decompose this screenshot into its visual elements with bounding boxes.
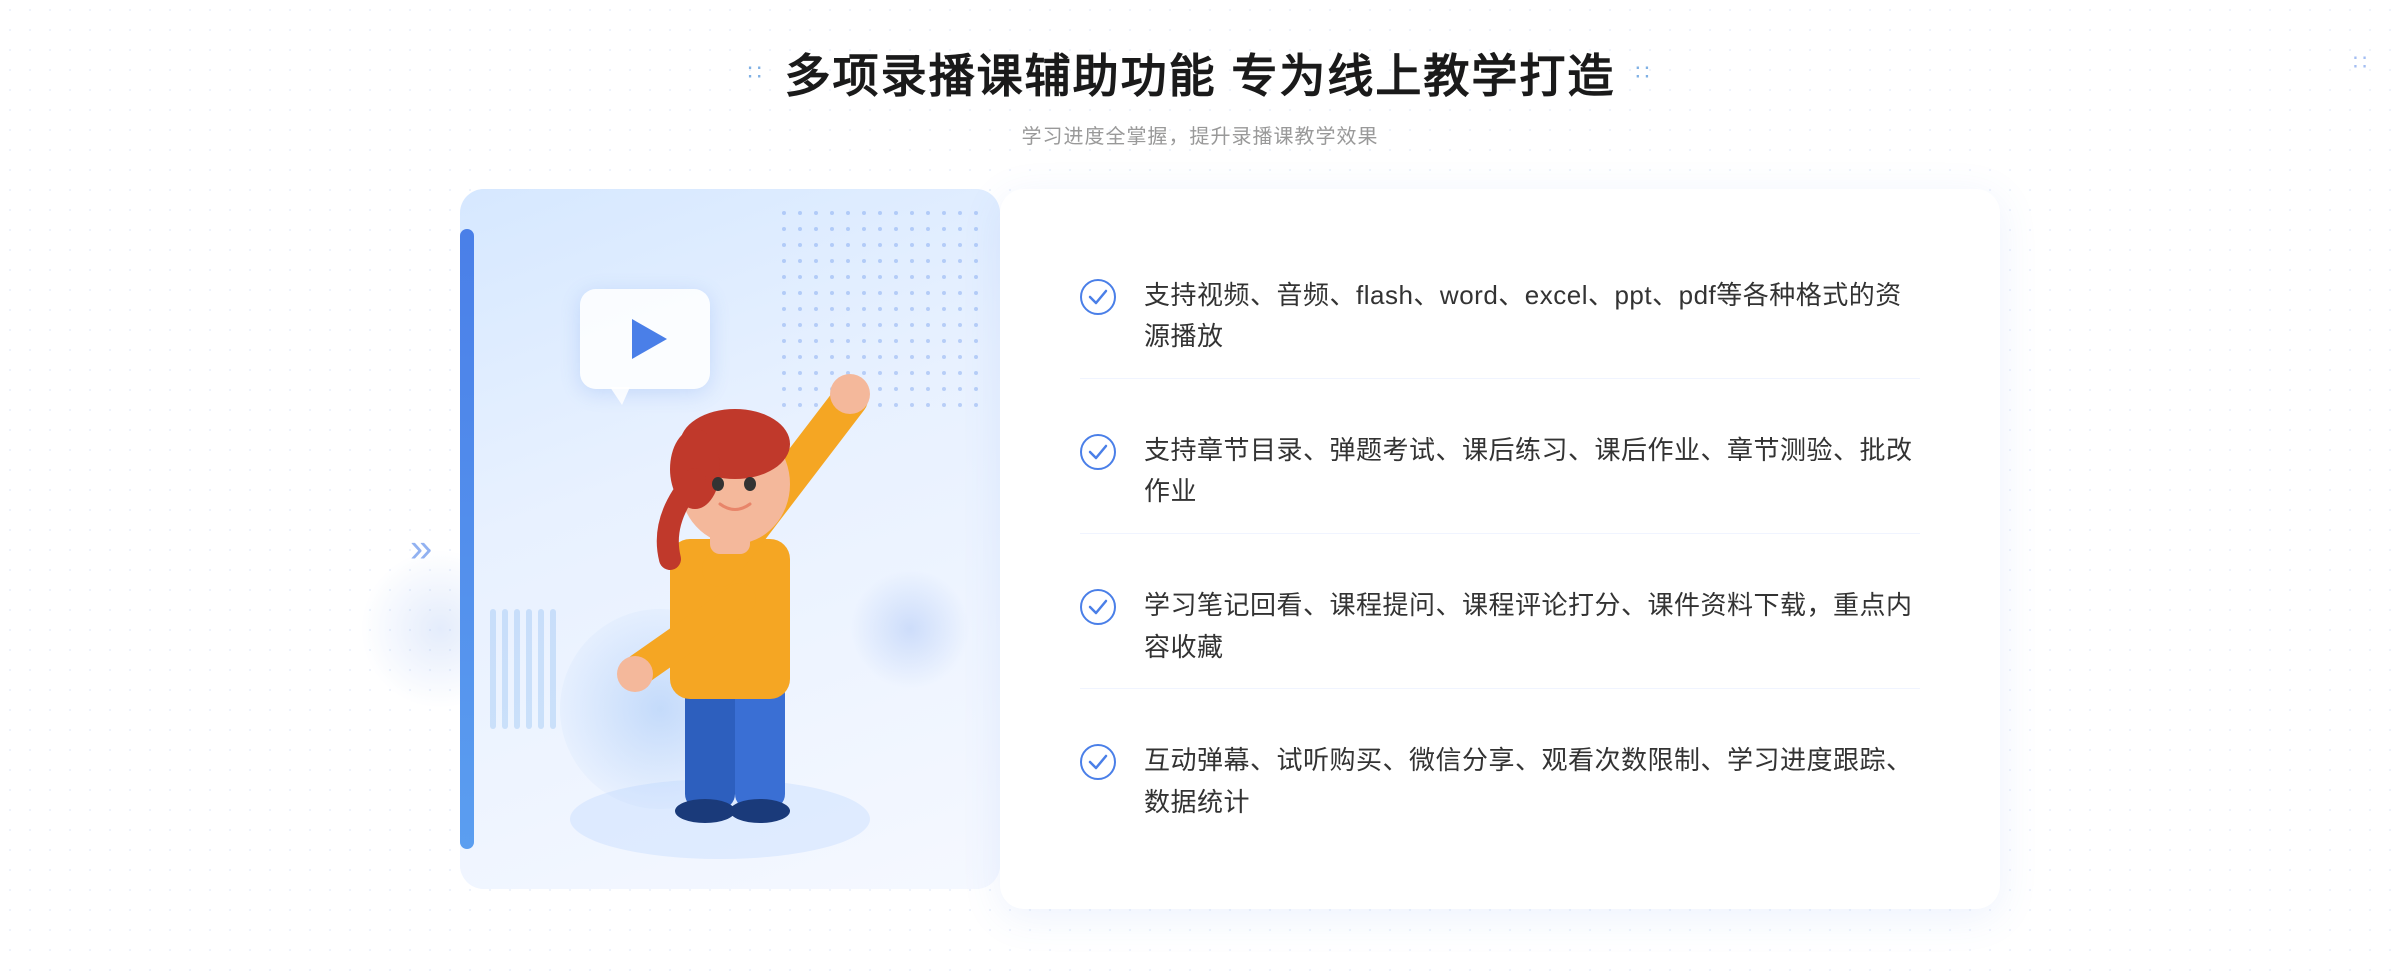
illustration-card	[460, 189, 1000, 889]
feature-item-1: 支持视频、音频、flash、word、excel、ppt、pdf等各种格式的资源…	[1080, 255, 1920, 379]
illustration-wrapper: »	[400, 189, 1020, 909]
page-wrapper: ∷ ∷ 多项录播课辅助功能 专为线上教学打造 ∷ 学习进度全掌握，提升录播课教学…	[0, 0, 2400, 974]
feature-item-4: 互动弹幕、试听购买、微信分享、观看次数限制、学习进度跟踪、数据统计	[1080, 720, 1920, 843]
right-dots-decoration: ∷	[2353, 50, 2370, 76]
features-panel: 支持视频、音频、flash、word、excel、ppt、pdf等各种格式的资源…	[1000, 189, 2000, 909]
feature-text-1: 支持视频、音频、flash、word、excel、ppt、pdf等各种格式的资源…	[1144, 275, 1920, 358]
person-illustration	[540, 319, 920, 879]
subtitle: 学习进度全掌握，提升录播课教学效果	[748, 120, 1653, 149]
check-icon-1	[1080, 279, 1116, 315]
blue-accent-bar	[460, 229, 474, 849]
feature-text-3: 学习笔记回看、课程提问、课程评论打分、课件资料下载，重点内容收藏	[1144, 585, 1920, 668]
title-row: ∷ 多项录播课辅助功能 专为线上教学打造 ∷	[748, 40, 1653, 106]
title-dots-right: ∷	[1635, 60, 1652, 86]
feature-item-2: 支持章节目录、弹题考试、课后练习、课后作业、章节测验、批改作业	[1080, 410, 1920, 534]
left-chevrons-decoration: »	[410, 527, 432, 572]
title-dots-left: ∷	[748, 60, 765, 86]
header-section: ∷ 多项录播课辅助功能 专为线上教学打造 ∷ 学习进度全掌握，提升录播课教学效果	[748, 40, 1653, 149]
main-title: 多项录播课辅助功能 专为线上教学打造	[785, 40, 1616, 106]
feature-text-4: 互动弹幕、试听购买、微信分享、观看次数限制、学习进度跟踪、数据统计	[1144, 740, 1920, 823]
feature-item-3: 学习笔记回看、课程提问、课程评论打分、课件资料下载，重点内容收藏	[1080, 565, 1920, 689]
feature-text-2: 支持章节目录、弹题考试、课后练习、课后作业、章节测验、批改作业	[1144, 430, 1920, 513]
check-icon-2	[1080, 434, 1116, 470]
check-icon-4	[1080, 744, 1116, 780]
check-icon-3	[1080, 589, 1116, 625]
content-area: »	[400, 189, 2000, 909]
